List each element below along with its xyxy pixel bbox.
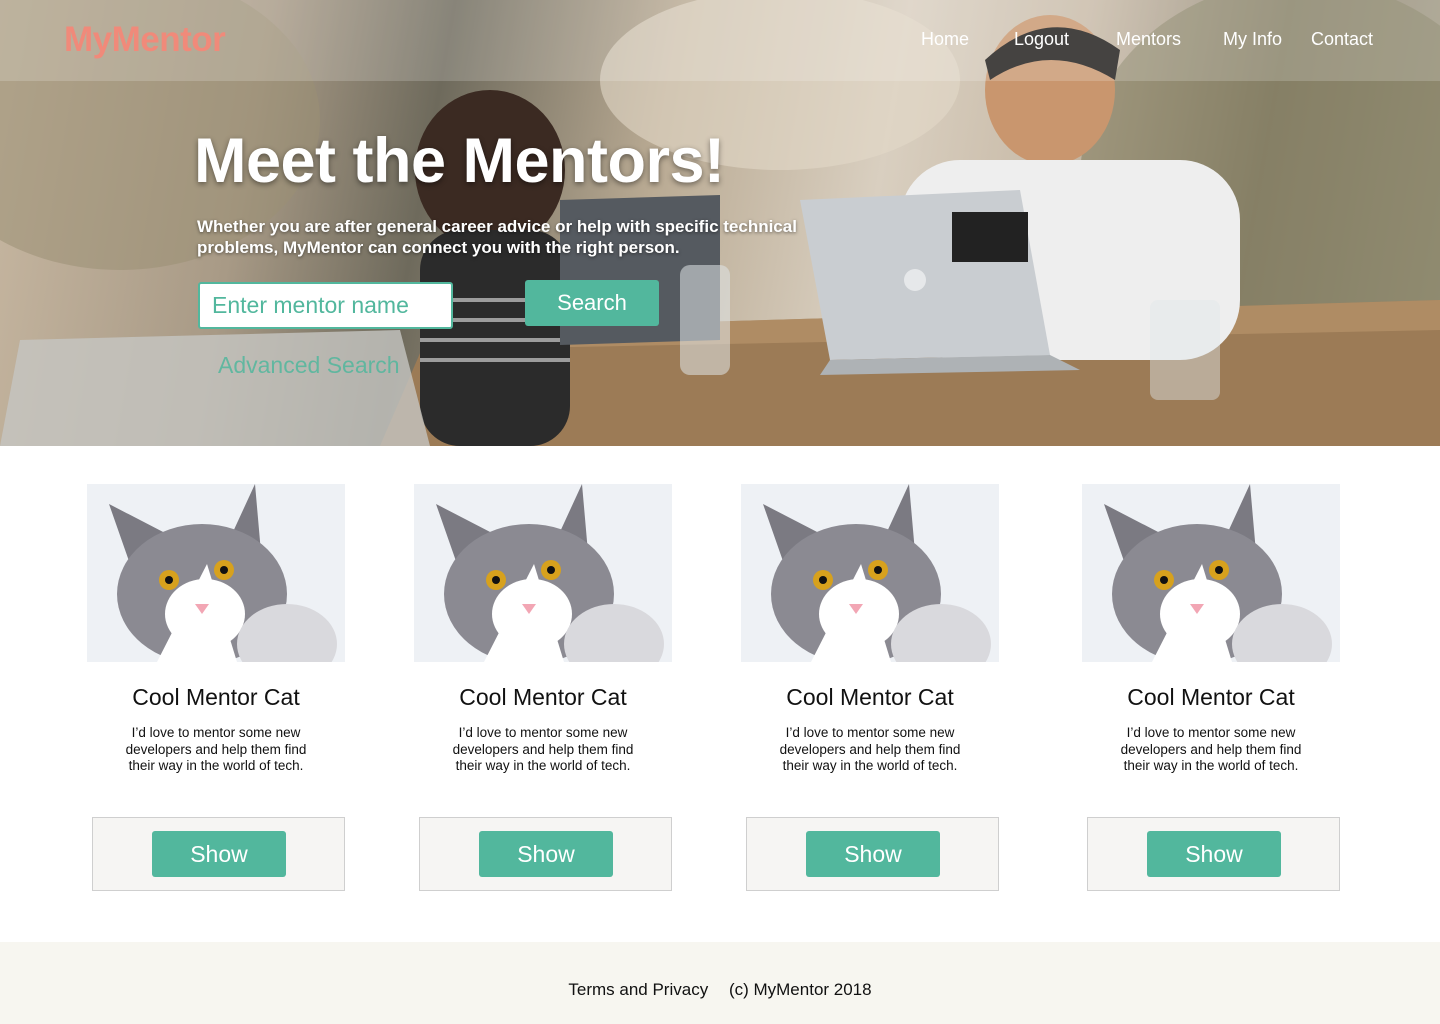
show-panel: Show: [746, 817, 999, 891]
hero-title: Meet the Mentors!: [194, 126, 725, 196]
mentor-description: I’d love to mentor some new developers a…: [125, 725, 307, 773]
mentor-card: Cool Mentor Cat I’d love to mentor some …: [741, 484, 999, 891]
mentor-description: I’d love to mentor some new developers a…: [452, 725, 634, 773]
show-panel: Show: [92, 817, 345, 891]
cat-image: [414, 484, 672, 662]
mentor-name: Cool Mentor Cat: [786, 684, 954, 710]
show-button[interactable]: Show: [152, 831, 286, 877]
mentor-description: I’d love to mentor some new developers a…: [1120, 725, 1302, 773]
cat-image: [1082, 484, 1340, 662]
navbar: MyMentor Home Logout Mentors My Info Con…: [0, 0, 1440, 81]
nav-mentors[interactable]: Mentors: [1116, 29, 1181, 50]
hero-subtitle: Whether you are after general career adv…: [197, 217, 797, 257]
mentor-photo: [741, 484, 999, 662]
show-panel: Show: [1087, 817, 1340, 891]
terms-privacy-link[interactable]: Terms and Privacy: [568, 980, 708, 999]
copyright: (c) MyMentor 2018: [728, 980, 872, 999]
show-panel: Show: [419, 817, 672, 891]
nav-home[interactable]: Home: [921, 29, 969, 50]
brand-logo[interactable]: MyMentor: [64, 20, 226, 60]
show-button[interactable]: Show: [479, 831, 613, 877]
mentor-card: Cool Mentor Cat I’d love to mentor some …: [1082, 484, 1340, 891]
nav-my-info[interactable]: My Info: [1223, 29, 1282, 50]
advanced-search-link[interactable]: Advanced Search: [218, 352, 400, 379]
mentor-photo: [87, 484, 345, 662]
mentor-name: Cool Mentor Cat: [132, 684, 300, 710]
mentor-card: Cool Mentor Cat I’d love to mentor some …: [87, 484, 345, 891]
mentor-name: Cool Mentor Cat: [1127, 684, 1295, 710]
mentor-description: I’d love to mentor some new developers a…: [779, 725, 961, 773]
nav-logout[interactable]: Logout: [1014, 29, 1069, 50]
show-button[interactable]: Show: [1147, 831, 1281, 877]
mentor-photo: [414, 484, 672, 662]
footer: Terms and Privacy (c) MyMentor 2018: [0, 942, 1440, 1024]
mentor-photo: [1082, 484, 1340, 662]
mentor-name: Cool Mentor Cat: [459, 684, 627, 710]
cat-image: [741, 484, 999, 662]
mentor-card: Cool Mentor Cat I’d love to mentor some …: [414, 484, 672, 891]
search-button[interactable]: Search: [525, 280, 659, 326]
hero-banner: MyMentor Home Logout Mentors My Info Con…: [0, 0, 1440, 446]
show-button[interactable]: Show: [806, 831, 940, 877]
mentor-search-input[interactable]: [198, 282, 453, 329]
footer-text: Terms and Privacy (c) MyMentor 2018: [0, 980, 1440, 1000]
nav-contact[interactable]: Contact: [1311, 29, 1373, 50]
cat-image: [87, 484, 345, 662]
